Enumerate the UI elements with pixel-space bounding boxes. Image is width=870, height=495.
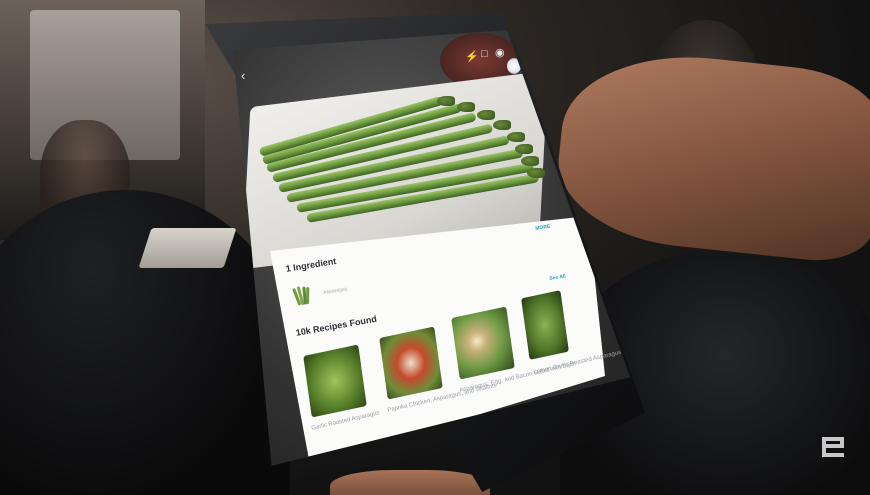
recipe-card-image[interactable]: [521, 290, 569, 360]
settings-icon[interactable]: ◉: [495, 46, 505, 59]
recipe-card-image[interactable]: [303, 344, 367, 418]
foreground-table: [0, 190, 290, 495]
photo-scene: ‹ ⚡ □ ◉ 1 Ingredient MORE Asparagus See …: [0, 0, 870, 495]
square-icon[interactable]: □: [481, 48, 488, 60]
flash-icon[interactable]: ⚡: [465, 50, 479, 63]
recipe-card-image[interactable]: [451, 306, 515, 380]
engadget-logo: [822, 437, 844, 457]
holding-hand: [550, 43, 870, 267]
table-plate: [138, 228, 237, 268]
ingredient-thumbnail: [291, 283, 312, 308]
recipe-card-image[interactable]: [379, 326, 443, 400]
chevron-left-icon[interactable]: ‹: [241, 68, 245, 83]
holding-thumb: [330, 470, 490, 495]
